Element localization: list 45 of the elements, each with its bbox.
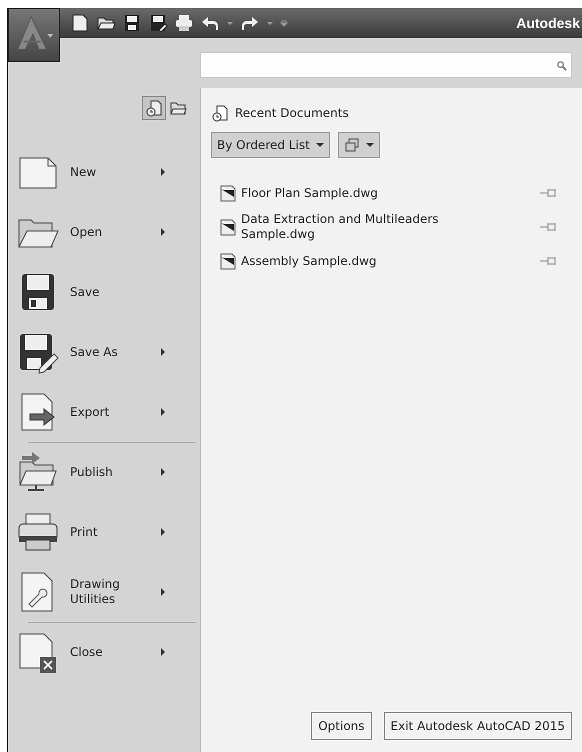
save-icon[interactable] [122, 13, 142, 33]
printer-icon[interactable] [174, 13, 194, 33]
caret-icon [366, 141, 374, 149]
submenu-arrow-icon [160, 647, 166, 657]
submenu-arrow-icon [160, 407, 166, 417]
windows-icon [344, 137, 360, 153]
menu-item[interactable]: Open [8, 202, 200, 262]
search-icon[interactable] [556, 60, 567, 70]
menu-item[interactable]: New [8, 142, 200, 202]
customize-icon[interactable] [280, 19, 288, 27]
menu-item[interactable]: Publish [8, 442, 200, 502]
recent-document-link[interactable]: Floor Plan Sample.dwg [241, 186, 491, 200]
drawing-file-icon [219, 252, 237, 270]
menu-item[interactable]: Print [8, 502, 200, 562]
save-as-icon[interactable] [148, 13, 168, 33]
recent-documents-icon [211, 104, 229, 122]
drawing-file-icon [219, 184, 237, 202]
new-file-icon[interactable] [70, 13, 90, 33]
menu-item[interactable]: Export [8, 382, 200, 442]
submenu-arrow-icon [160, 167, 166, 177]
submenu-arrow-icon [160, 527, 166, 537]
caret-icon [316, 141, 324, 149]
menu-item[interactable]: Drawing Utilities [8, 562, 200, 622]
section-title: Recent Documents [235, 106, 349, 120]
caret-icon[interactable] [266, 19, 274, 27]
menu-item[interactable]: Save [8, 262, 200, 322]
application-menu-button[interactable] [8, 8, 60, 62]
submenu-arrow-icon [160, 587, 166, 597]
submenu-arrow-icon [160, 227, 166, 237]
menu-item[interactable]: Close [8, 622, 200, 682]
recent-documents-button[interactable] [142, 96, 166, 120]
clock-document-icon [145, 99, 163, 117]
drawing-file-icon [219, 218, 237, 236]
submenu-arrow-icon [160, 467, 166, 477]
view-dropdown[interactable] [338, 132, 380, 158]
caret-icon[interactable] [226, 19, 234, 27]
menu-item[interactable]: Save As [8, 322, 200, 382]
footer-button[interactable]: Options [311, 712, 372, 740]
search-field[interactable] [200, 52, 572, 78]
recent-document-link[interactable]: Assembly Sample.dwg [241, 254, 491, 268]
recent-document-link[interactable]: Data Extraction and Multileaders Sample.dwg [241, 212, 491, 242]
submenu-arrow-icon [160, 347, 166, 357]
window-title: Autodesk [516, 15, 580, 31]
footer-button[interactable]: Exit Autodesk AutoCAD 2015 [384, 712, 572, 740]
sort-dropdown[interactable]: By Ordered List [211, 132, 330, 158]
